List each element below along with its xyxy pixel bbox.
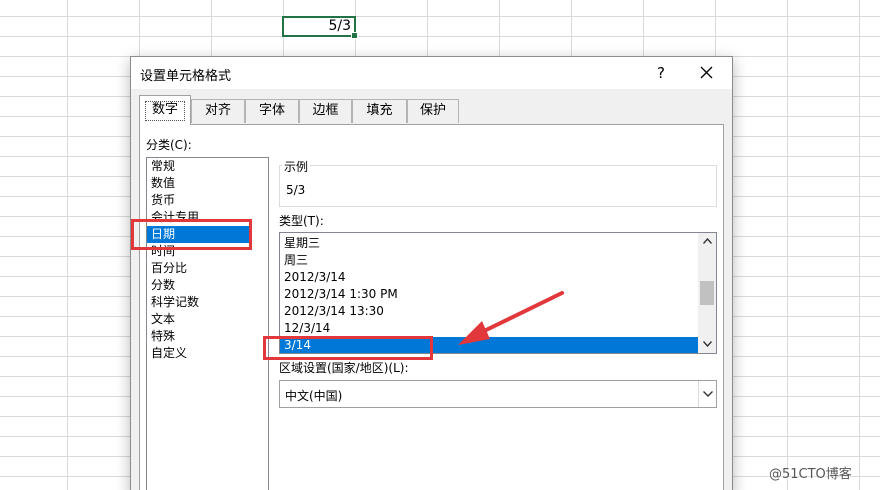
- category-item[interactable]: 数值: [147, 175, 268, 192]
- tab-alignment[interactable]: 对齐: [191, 99, 245, 123]
- close-icon: [700, 66, 712, 79]
- category-list[interactable]: 常规 数值 货币 会计专用 日期 时间 百分比 分数 科学记数 文本 特殊 自定…: [146, 157, 269, 490]
- sample-value: 5/3: [286, 183, 306, 197]
- category-item[interactable]: 特殊: [147, 328, 268, 345]
- close-button[interactable]: [691, 61, 721, 85]
- scroll-down-button[interactable]: [698, 336, 716, 353]
- category-item[interactable]: 货币: [147, 192, 268, 209]
- locale-dropdown-button[interactable]: [698, 381, 716, 407]
- dialog-title: 设置单元格格式: [140, 69, 232, 84]
- number-tab-panel: 分类(C): 常规 数值 货币 会计专用 日期 时间 百分比 分数 科学记数 文…: [139, 124, 724, 490]
- chevron-down-icon: [702, 341, 712, 348]
- type-scrollbar[interactable]: [698, 233, 716, 353]
- type-annotation-box: [263, 336, 433, 360]
- locale-select[interactable]: 中文(中国): [279, 380, 717, 408]
- category-item[interactable]: 科学记数: [147, 294, 268, 311]
- help-button[interactable]: ?: [649, 62, 673, 84]
- type-item[interactable]: 2012/3/14: [280, 269, 698, 286]
- category-item[interactable]: 常规: [147, 158, 268, 175]
- category-item[interactable]: 文本: [147, 311, 268, 328]
- locale-label: 区域设置(国家/地区)(L):: [279, 361, 409, 375]
- tab-protection[interactable]: 保护: [407, 99, 459, 123]
- format-cells-dialog: 设置单元格格式 ? 数字 对齐 字体 边框 填充 保护 分类(C): 常规 数值…: [130, 56, 733, 490]
- annotation-arrow-icon: [458, 291, 564, 345]
- sample-group: [279, 165, 717, 207]
- category-label: 分类(C):: [146, 138, 192, 152]
- tab-fill[interactable]: 填充: [352, 99, 407, 123]
- locale-value: 中文(中国): [285, 389, 343, 403]
- tab-number[interactable]: 数字: [139, 95, 191, 125]
- tab-font[interactable]: 字体: [245, 99, 299, 123]
- category-annotation-box: [131, 219, 252, 250]
- active-cell[interactable]: 5/3: [282, 16, 358, 39]
- dialog-titlebar: 设置单元格格式 ?: [131, 57, 732, 89]
- tab-border[interactable]: 边框: [299, 99, 352, 123]
- type-item[interactable]: 周三: [280, 252, 698, 269]
- scroll-up-button[interactable]: [698, 233, 716, 250]
- watermark: @51CTO博客: [769, 467, 852, 482]
- scroll-thumb[interactable]: [700, 281, 714, 305]
- sample-label: 示例: [282, 158, 311, 175]
- type-label: 类型(T):: [279, 214, 324, 228]
- chevron-down-icon: [702, 391, 713, 397]
- type-item[interactable]: 星期三: [280, 235, 698, 252]
- tab-strip: 数字 对齐 字体 边框 填充 保护: [131, 95, 732, 125]
- category-item[interactable]: 分数: [147, 277, 268, 294]
- chevron-up-icon: [702, 237, 712, 244]
- category-item[interactable]: 自定义: [147, 345, 268, 362]
- category-item[interactable]: 百分比: [147, 260, 268, 277]
